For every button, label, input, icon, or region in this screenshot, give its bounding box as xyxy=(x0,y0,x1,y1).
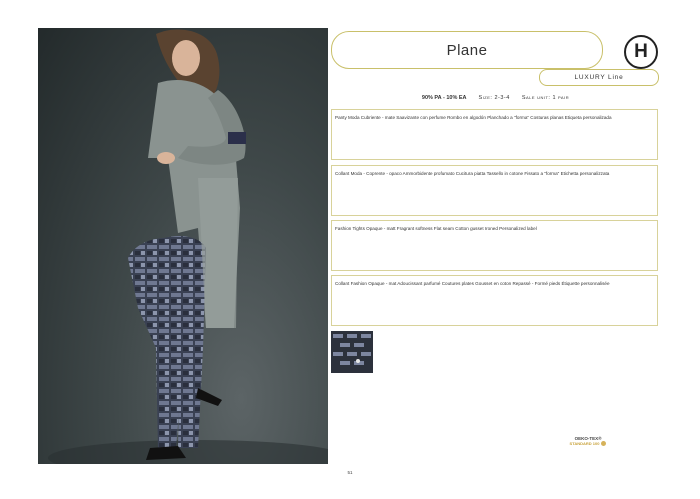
oeko-tex-badge-icon: OEKO-TEX® STANDARD 100 xyxy=(566,436,610,454)
product-photo xyxy=(38,28,328,464)
composition-text: 90% PA - 10% EA xyxy=(421,95,467,101)
description-text-en: Fashion Tights Opaque - matt Fragrant so… xyxy=(335,226,537,231)
certification-standard-row: STANDARD 100 xyxy=(566,441,610,446)
page-number: 51 xyxy=(347,470,353,475)
description-box-es: Panty Moda Cubriente - mate Saavizante c… xyxy=(331,109,658,160)
specs-row: 90% PA - 10% EA Size: 2-3-4 Sale unit: 1… xyxy=(331,95,660,105)
product-line-label: LUXURY Line xyxy=(574,74,624,81)
description-text-fr: Collant Fashion Opaque - mat Adoucissant… xyxy=(335,281,610,286)
pattern-swatch-thumbnail xyxy=(331,331,373,373)
sale-unit-text: Sale unit: 1 pair xyxy=(521,95,570,101)
description-box-en: Fashion Tights Opaque - matt Fragrant so… xyxy=(331,220,658,271)
certification-standard: STANDARD 100 xyxy=(569,441,600,446)
certification-seal-icon xyxy=(601,441,607,446)
description-box-fr: Collant Fashion Opaque - mat Adoucissant… xyxy=(331,275,658,326)
description-text-es: Panty Moda Cubriente - mate Saavizante c… xyxy=(335,115,612,120)
product-name: Plane xyxy=(446,41,488,59)
product-line-badge: LUXURY Line xyxy=(539,69,659,86)
size-text: Size: 2-3-4 xyxy=(478,95,510,101)
description-text-it: Collant Moda - Coprente - opaco Ammorbid… xyxy=(335,171,610,176)
description-box-it: Collant Moda - Coprente - opaco Ammorbid… xyxy=(331,165,658,216)
brand-h-logo-icon: H xyxy=(624,35,658,69)
product-title: Plane xyxy=(331,31,603,69)
